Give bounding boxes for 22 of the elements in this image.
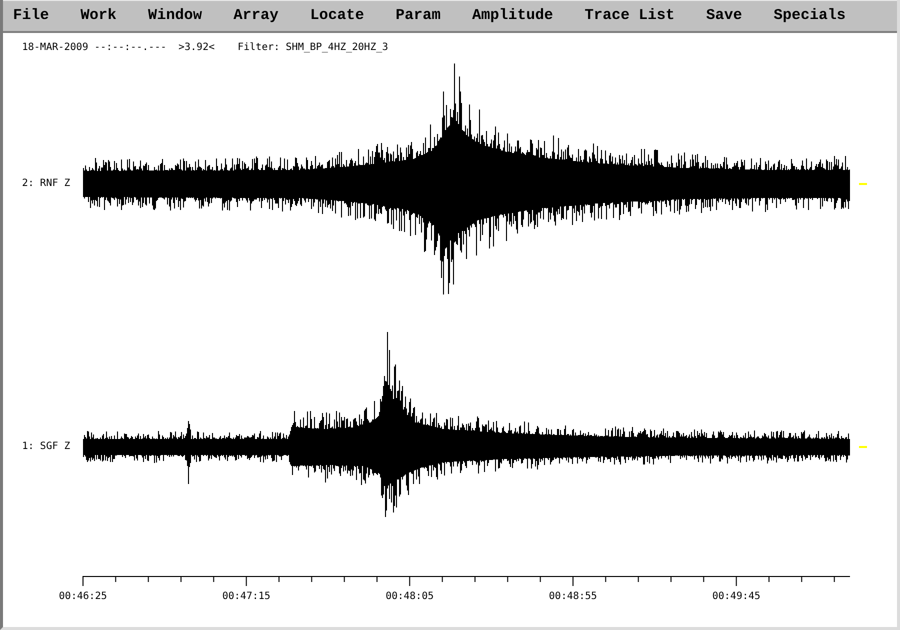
value-readout: >3.92<: [178, 42, 215, 54]
menu-item[interactable]: Locate: [310, 7, 364, 25]
time-label: 00:47:15: [222, 591, 270, 602]
trace-label: 2: RNF Z: [22, 178, 70, 190]
filter-label: Filter: SHM_BP_4HZ_20HZ_3: [238, 42, 388, 54]
menu-item[interactable]: Save: [706, 7, 742, 25]
trace-marker-icon: [859, 446, 867, 448]
menu-item[interactable]: Param: [396, 7, 441, 25]
menu-item[interactable]: File: [13, 7, 50, 25]
time-label: 00:46:25: [58, 591, 108, 602]
time-label: 00:48:05: [386, 591, 434, 602]
time-label: 00:48:55: [548, 591, 598, 602]
menu-item[interactable]: Trace List: [584, 7, 675, 25]
menu-item[interactable]: Amplitude: [472, 7, 554, 25]
menu-item[interactable]: Specials: [774, 7, 846, 25]
time-label: 00:49:45: [712, 591, 760, 602]
menu-item[interactable]: Window: [148, 7, 202, 25]
menu-item[interactable]: Array: [234, 7, 279, 25]
date-time-text: 18-MAR-2009 --:--:--.---: [22, 42, 166, 54]
menu-item[interactable]: Work: [80, 7, 117, 25]
trace-marker-icon: [859, 183, 867, 185]
trace-label: 1: SGF Z: [22, 441, 70, 453]
